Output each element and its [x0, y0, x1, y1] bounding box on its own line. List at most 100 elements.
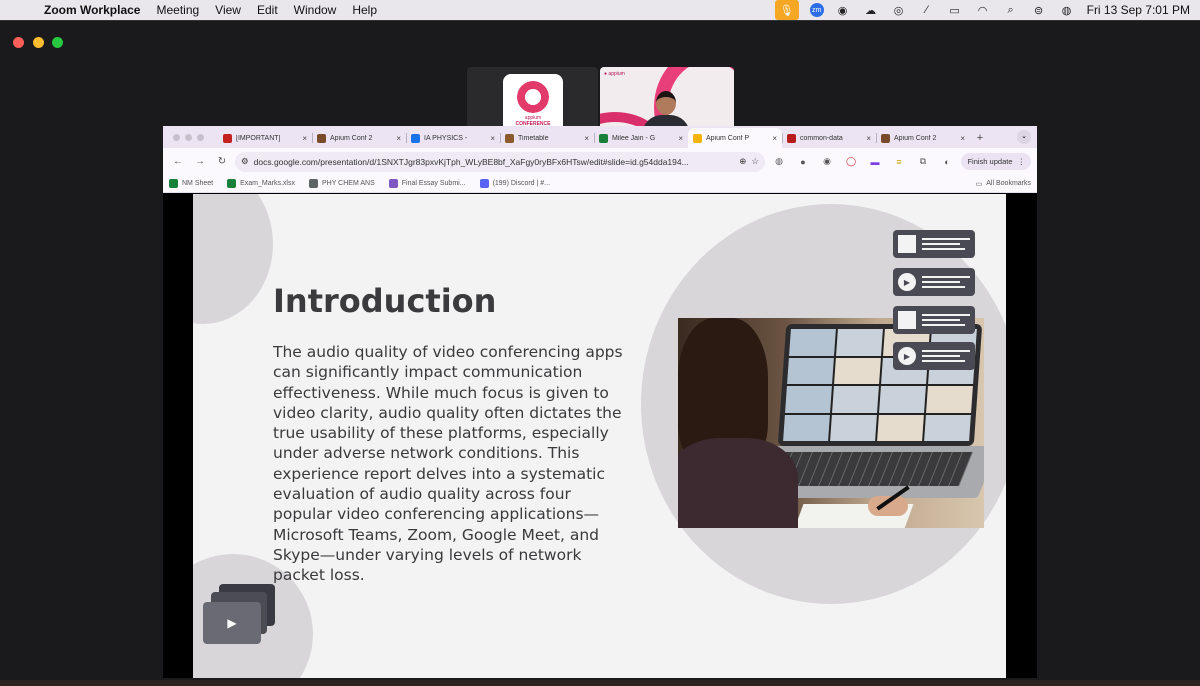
- c-letter-icon: [787, 133, 796, 143]
- record-icon[interactable]: ◉: [829, 0, 857, 20]
- zoom-tray-icon[interactable]: zm: [805, 0, 829, 20]
- bookmark-item[interactable]: (199) Discord | #...: [479, 179, 550, 188]
- menu-window[interactable]: Window: [286, 3, 345, 17]
- browser-window-controls: [163, 126, 218, 148]
- bookmark-item[interactable]: PHY CHEM ANS: [308, 179, 375, 188]
- bookmark-star-icon[interactable]: ☆: [751, 156, 759, 167]
- hourglass-icon: [505, 133, 514, 143]
- tab-close-icon[interactable]: ×: [866, 134, 871, 143]
- reload-icon[interactable]: ↻: [213, 156, 231, 167]
- new-tab-button[interactable]: +: [970, 128, 990, 148]
- browser-tab[interactable]: IA PHYSICS - ×: [406, 128, 500, 148]
- close-window-button[interactable]: [13, 37, 24, 48]
- browser-tab[interactable]: Apium Conf 2 ×: [312, 128, 406, 148]
- macos-menubar: Zoom Workplace Meeting View Edit Window …: [0, 0, 1200, 20]
- zoom-magnifier-icon[interactable]: ⊕: [739, 156, 746, 167]
- browser-tab[interactable]: Apium Conf 2 ×: [876, 128, 970, 148]
- bookmark-item[interactable]: Final Essay Submi...: [388, 179, 466, 188]
- video-card-icon: ▶: [893, 342, 975, 370]
- excel-icon: [227, 179, 237, 188]
- tab-close-icon[interactable]: ×: [302, 134, 307, 143]
- keyboard: [769, 452, 973, 486]
- globe-icon: [881, 133, 890, 143]
- all-bookmarks-button[interactable]: ▭ All Bookmarks: [976, 180, 1031, 188]
- video-folder-icon: ▶: [197, 580, 279, 650]
- airdrop-icon[interactable]: ◎: [885, 0, 913, 20]
- tab-close-icon[interactable]: ×: [960, 134, 965, 143]
- tab-close-icon[interactable]: ×: [396, 134, 401, 143]
- puzzle-extension-icon[interactable]: ▬: [865, 157, 885, 167]
- mute-slash-icon[interactable]: ⁄: [913, 0, 941, 20]
- extensions-menu-icon[interactable]: ⧉: [913, 156, 933, 167]
- forward-arrow-icon[interactable]: →: [191, 156, 209, 167]
- tab-close-icon[interactable]: ×: [584, 134, 589, 143]
- fullscreen-window-button[interactable]: [52, 37, 63, 48]
- presentation-slide: Introduction The audio quality of video …: [193, 194, 1006, 678]
- browser-tab[interactable]: Timetable ×: [500, 128, 594, 148]
- microphone-extension-icon[interactable]: ●: [793, 157, 813, 167]
- menu-meeting[interactable]: Meeting: [148, 3, 207, 17]
- tab-close-icon[interactable]: ×: [678, 134, 683, 143]
- battery-icon[interactable]: ▭: [941, 0, 969, 20]
- menu-help[interactable]: Help: [344, 3, 385, 17]
- browser-tab[interactable]: common-data ×: [782, 128, 876, 148]
- cloud-icon[interactable]: ☁: [857, 0, 885, 20]
- browser-tab-active[interactable]: Apium Conf P ×: [688, 128, 782, 148]
- tab-close-icon[interactable]: ×: [772, 134, 777, 143]
- shared-screen-browser: [IMPORTANT] × Apium Conf 2 × IA PHYSICS …: [163, 126, 1037, 678]
- folder-icon: ▭: [975, 180, 983, 188]
- google-sheets-icon: [599, 133, 608, 143]
- video-card-icon: ▶: [893, 268, 975, 296]
- play-icon: ▶: [203, 602, 261, 644]
- tab-close-icon[interactable]: ×: [490, 134, 495, 143]
- finish-update-button[interactable]: Finish update ⋮: [961, 153, 1031, 170]
- grammar-extension-icon[interactable]: ◉: [817, 156, 837, 167]
- sheets-icon: [169, 179, 178, 188]
- browser-toolbar: ← → ↻ ⚙ docs.google.com/presentation/d/1…: [163, 148, 1037, 175]
- c-letter-icon: [308, 179, 318, 188]
- extension-icon[interactable]: ◍: [769, 156, 789, 167]
- forms-icon: [388, 179, 398, 188]
- site-info-icon[interactable]: ⚙: [241, 156, 249, 167]
- search-icon[interactable]: ⌕: [997, 0, 1025, 20]
- browser-tab[interactable]: [IMPORTANT] ×: [218, 128, 312, 148]
- siri-icon[interactable]: ◍: [1053, 0, 1081, 20]
- layers-extension-icon[interactable]: ≡: [889, 157, 909, 167]
- menu-edit[interactable]: Edit: [249, 3, 286, 17]
- more-menu-icon[interactable]: ⋮: [1018, 157, 1026, 166]
- gmail-icon: [223, 133, 232, 143]
- minimize-window-button[interactable]: [33, 37, 44, 48]
- control-center-icon[interactable]: ⊜: [1025, 0, 1053, 20]
- document-card-icon: [893, 306, 975, 334]
- browser-tabstrip: [IMPORTANT] × Apium Conf 2 × IA PHYSICS …: [163, 126, 1037, 148]
- speaker-background-logo: ● appium: [604, 71, 625, 77]
- opera-extension-icon[interactable]: ◯: [841, 156, 861, 167]
- document-card-icon: [893, 230, 975, 258]
- play-icon: ▶: [898, 273, 916, 291]
- menu-view[interactable]: View: [207, 3, 249, 17]
- browser-tab[interactable]: Milee Jain - G ×: [594, 128, 688, 148]
- microphone-icon[interactable]: 🎙: [774, 0, 799, 20]
- google-drive-icon: [411, 133, 420, 143]
- slide-body-text: The audio quality of video conferencing …: [273, 343, 623, 585]
- back-arrow-icon[interactable]: ←: [169, 156, 187, 167]
- profile-avatar[interactable]: ◐: [937, 157, 957, 167]
- globe-icon: [317, 133, 326, 143]
- bookmark-item[interactable]: Exam_Marks.xlsx: [227, 179, 295, 188]
- bookmark-item[interactable]: NM Sheet: [169, 179, 213, 188]
- discord-icon: [479, 179, 489, 188]
- bookmarks-bar: NM Sheet Exam_Marks.xlsx PHY CHEM ANS Fi…: [163, 175, 1037, 193]
- app-menu-zoom[interactable]: Zoom Workplace: [44, 3, 148, 17]
- address-bar[interactable]: ⚙ docs.google.com/presentation/d/1SNXTJg…: [235, 151, 765, 172]
- conference-logo: appium CONFERENCE: [503, 74, 563, 134]
- woman-silhouette: [678, 318, 798, 528]
- tab-search-chevron-icon[interactable]: ⌄: [1017, 130, 1031, 144]
- menubar-clock[interactable]: Fri 13 Sep 7:01 PM: [1081, 3, 1200, 17]
- slide-title: Introduction: [273, 282, 497, 320]
- decorative-blob: [193, 194, 273, 324]
- desktop-bottom-strip: [0, 680, 1200, 686]
- play-icon: ▶: [898, 347, 916, 365]
- google-slides-icon: [693, 133, 702, 143]
- address-bar-url: docs.google.com/presentation/d/1SNXTJgr8…: [253, 156, 689, 167]
- wifi-icon[interactable]: ◠: [969, 0, 997, 20]
